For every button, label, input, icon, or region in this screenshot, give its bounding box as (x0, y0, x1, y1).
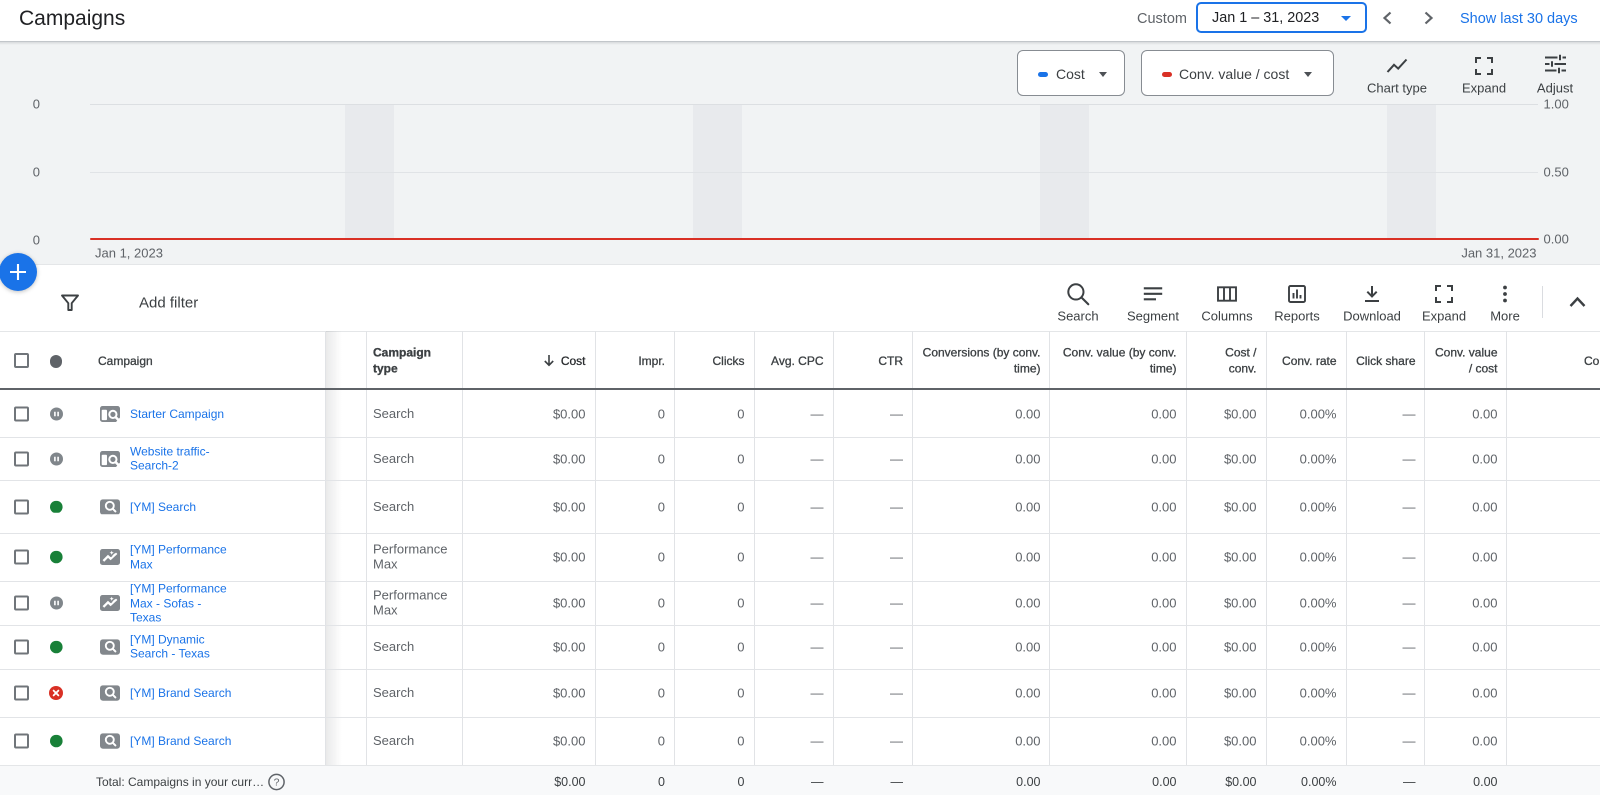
svg-text:?: ? (274, 776, 280, 788)
